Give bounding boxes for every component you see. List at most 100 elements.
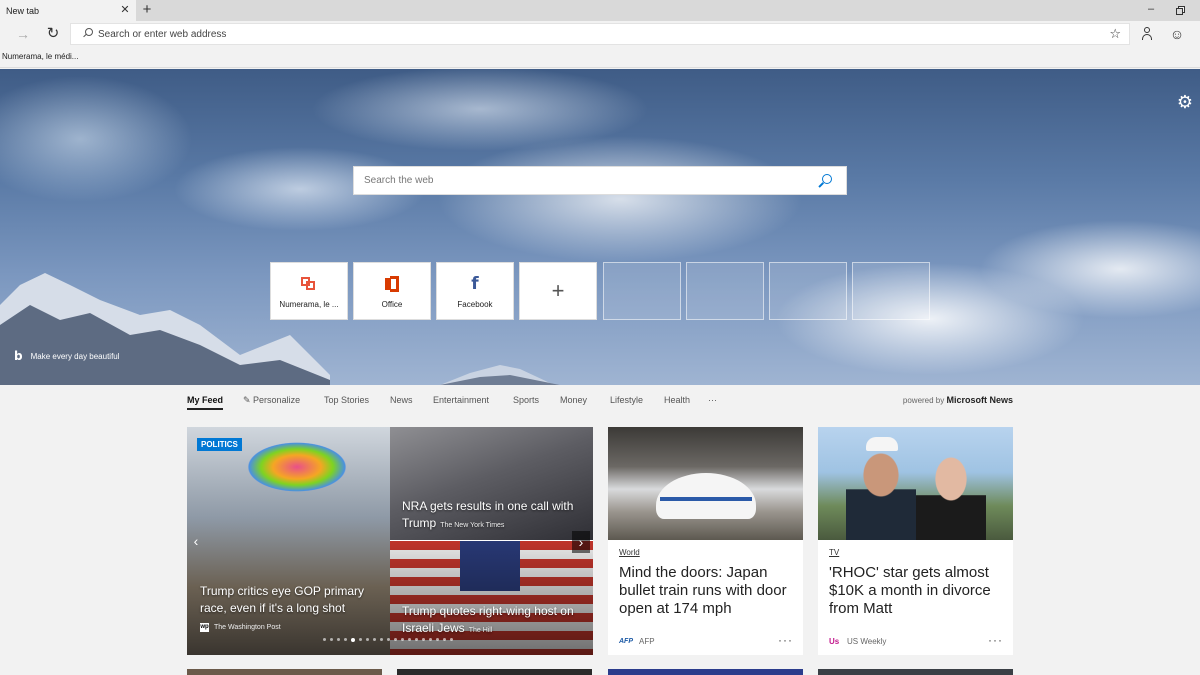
chevron-left-icon[interactable]: ‹ <box>189 531 203 551</box>
carousel-dot[interactable] <box>436 638 439 641</box>
carousel-dot[interactable] <box>443 638 446 641</box>
empty-site-slot[interactable] <box>769 262 847 320</box>
card-headline: Mind the doors: Japan bullet train runs … <box>619 564 787 617</box>
carousel-dot[interactable] <box>330 638 333 641</box>
carousel-dot[interactable] <box>373 638 376 641</box>
smiley-icon[interactable]: ☺ <box>1168 25 1186 43</box>
carousel-dot[interactable] <box>408 638 411 641</box>
powered-by: powered by Microsoft News <box>903 395 1013 405</box>
carousel-dot[interactable] <box>401 638 404 641</box>
news-card[interactable]: TV 'RHOC' star gets almost $10K a month … <box>818 427 1013 655</box>
carousel-dot[interactable] <box>450 638 453 641</box>
carousel-dot[interactable] <box>344 638 347 641</box>
favorite-item[interactable]: Numerama, le médi... <box>2 52 78 61</box>
carousel-dot[interactable] <box>422 638 425 641</box>
chevron-right-icon[interactable]: › <box>572 531 590 553</box>
train-shape <box>656 473 756 519</box>
numerama-logo-icon <box>301 275 317 293</box>
plus-icon[interactable]: + <box>138 1 156 19</box>
news-card[interactable]: World Mind the doors: Japan bullet train… <box>608 427 803 655</box>
train-stripe <box>660 497 752 501</box>
microsoft-news-brand: Microsoft News <box>946 395 1013 405</box>
powered-prefix: powered by <box>902 396 945 405</box>
card-category[interactable]: World <box>619 548 640 557</box>
address-input[interactable] <box>98 28 1078 40</box>
office-logo-icon <box>385 275 399 293</box>
carousel-dot[interactable] <box>429 638 432 641</box>
tab-strip: New tab ✕ + – <box>0 0 1200 21</box>
more-options-button[interactable]: ··· <box>778 633 793 647</box>
arrow-right-icon[interactable]: → <box>14 26 32 44</box>
address-bar[interactable]: ☆ <box>70 23 1130 45</box>
story-top-right[interactable]: NRA gets results in one call with Trump T… <box>390 427 593 540</box>
refresh-icon[interactable]: ↻ <box>44 26 62 44</box>
tab-new-tab[interactable]: New tab ✕ <box>0 0 136 21</box>
card-source: Us US Weekly <box>829 637 886 646</box>
tab-money[interactable]: Money <box>560 395 587 405</box>
carousel-dot[interactable] <box>337 638 340 641</box>
cap-shape <box>866 437 898 451</box>
gear-icon[interactable]: ⚙ <box>1176 93 1194 111</box>
next-card-peek <box>397 669 592 675</box>
person-icon[interactable] <box>1139 26 1155 42</box>
empty-site-slot[interactable] <box>686 262 764 320</box>
story-main[interactable]: POLITICS Trump critics eye GOP primary r… <box>187 427 390 655</box>
pencil-icon: ✎ <box>243 395 254 405</box>
story-source: wp The Washington Post <box>200 623 281 632</box>
empty-site-slot[interactable] <box>852 262 930 320</box>
story-headline: NRA gets results in one call with Trump T… <box>402 498 587 534</box>
us-weekly-logo-icon: Us <box>829 637 840 646</box>
more-options-button[interactable]: ··· <box>988 633 1003 647</box>
tab-title: New tab <box>6 5 40 16</box>
tab-health[interactable]: Health <box>664 395 690 405</box>
tab-lifestyle[interactable]: Lifestyle <box>610 395 643 405</box>
empty-site-slot[interactable] <box>603 262 681 320</box>
category-badge: POLITICS <box>197 438 242 451</box>
source-logo-icon: wp <box>200 623 209 632</box>
favorites-bar: Numerama, le médi... <box>0 48 1200 68</box>
bing-caption-text: Make every day beautiful <box>30 351 120 361</box>
tab-my-feed[interactable]: My Feed <box>187 395 224 410</box>
close-icon[interactable]: ✕ <box>118 3 132 17</box>
tab-entertainment[interactable]: Entertainment <box>433 395 489 405</box>
bing-caption[interactable]: b Make every day beautiful <box>14 349 120 363</box>
carousel-dot[interactable] <box>359 638 362 641</box>
top-site-office[interactable]: Office <box>353 262 431 320</box>
card-headline: 'RHOC' star gets almost $10K a month in … <box>829 564 991 617</box>
tab-personalize[interactable]: ✎ Personalize <box>243 395 300 406</box>
top-site-numerama[interactable]: Numerama, le ... <box>270 262 348 320</box>
minimize-icon[interactable]: – <box>1142 2 1160 18</box>
next-card-peek <box>187 669 382 675</box>
tab-top-stories[interactable]: Top Stories <box>324 395 369 405</box>
tab-news[interactable]: News <box>390 395 413 405</box>
card-category[interactable]: TV <box>829 548 839 557</box>
carousel-dots[interactable] <box>323 637 457 642</box>
story-headline: Trump quotes right-wing host on Israeli … <box>402 603 587 639</box>
star-icon[interactable]: ☆ <box>1109 26 1121 42</box>
web-search-box[interactable] <box>353 166 847 195</box>
carousel-dot[interactable] <box>387 638 390 641</box>
carousel-dot[interactable] <box>380 638 383 641</box>
couple-image <box>818 427 1013 540</box>
plus-icon: + <box>551 278 565 303</box>
tab-personalize-label: Personalize <box>253 395 301 405</box>
top-site-facebook[interactable]: f Facebook <box>436 262 514 320</box>
story-headline: Trump critics eye GOP primary race, even… <box>200 584 365 615</box>
search-icon[interactable] <box>818 174 832 188</box>
carousel-dot[interactable] <box>415 638 418 641</box>
card-source: AFP AFP <box>619 637 655 646</box>
carousel-dot[interactable] <box>366 638 369 641</box>
person-shape <box>846 447 916 540</box>
carousel-dot[interactable] <box>394 638 397 641</box>
navigation-toolbar: → ↻ ☆ ☺ <box>0 21 1200 48</box>
restore-icon[interactable] <box>1170 2 1188 18</box>
afp-logo-icon: AFP <box>619 638 633 645</box>
person-shape <box>916 453 986 540</box>
carousel-dot[interactable] <box>323 638 326 641</box>
carousel-dot[interactable] <box>351 637 355 642</box>
web-search-input[interactable] <box>364 175 804 186</box>
more-tabs-button[interactable]: ··· <box>708 395 717 405</box>
add-site-button[interactable]: + <box>519 262 597 320</box>
tab-sports[interactable]: Sports <box>513 395 539 405</box>
source-name: US Weekly <box>847 637 887 646</box>
